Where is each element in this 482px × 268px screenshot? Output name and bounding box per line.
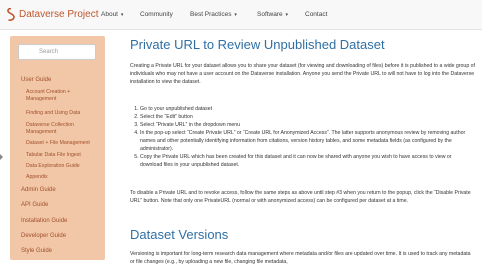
list-item: Copy the Private URL which has been crea… bbox=[140, 153, 475, 169]
versions-paragraph: Versioning is important for long-term re… bbox=[130, 251, 471, 265]
brand-link[interactable]: Dataverse Project bbox=[6, 8, 98, 21]
collapse-arrow-icon[interactable] bbox=[0, 154, 3, 160]
brand-name: Dataverse Project bbox=[19, 9, 99, 20]
search-input[interactable]: Search bbox=[18, 44, 96, 60]
sidebar: Search User Guide Account Creation + Mana… bbox=[10, 36, 105, 260]
chevron-down-icon: ▾ bbox=[234, 12, 237, 18]
list-item: Go to your unpublished dataset bbox=[140, 105, 475, 113]
sidebar-item-style-guide[interactable]: Style Guide bbox=[21, 248, 52, 254]
sidebar-item-appendix[interactable]: Appendix bbox=[26, 174, 48, 181]
nav-best-practices[interactable]: Best Practices ▾ bbox=[190, 11, 237, 18]
list-item: Select the “Edit” button bbox=[140, 113, 475, 121]
nav-about[interactable]: About ▾ bbox=[101, 11, 123, 18]
sidebar-item-admin-guide[interactable]: Admin Guide bbox=[21, 187, 56, 193]
sidebar-item-api-guide[interactable]: API Guide bbox=[21, 202, 48, 208]
sidebar-item-collection-management[interactable]: Dataverse Collection Management bbox=[26, 122, 74, 136]
nav-community[interactable]: Community bbox=[140, 11, 173, 18]
sidebar-item-dataset-file-management[interactable]: Dataset + File Management bbox=[26, 140, 90, 147]
list-item: In the pop-up select “Create Private URL… bbox=[140, 129, 475, 153]
top-navbar: Dataverse Project About ▾ Community Best… bbox=[0, 0, 482, 30]
sidebar-item-data-exploration[interactable]: Data Exploration Guide bbox=[26, 163, 80, 170]
list-item: Select “Private URL” in the dropdown men… bbox=[140, 121, 475, 129]
sidebar-item-developer-guide[interactable]: Developer Guide bbox=[21, 233, 66, 239]
search-placeholder: Search bbox=[39, 48, 59, 55]
nav-contact[interactable]: Contact bbox=[305, 11, 327, 18]
dataverse-logo-icon bbox=[7, 8, 15, 21]
sidebar-item-account-creation[interactable]: Account Creation + Management bbox=[26, 89, 70, 103]
disable-paragraph: To disable a Private URL and to revoke a… bbox=[130, 190, 471, 204]
chevron-down-icon: ▾ bbox=[285, 12, 288, 18]
sidebar-item-finding-data[interactable]: Finding and Using Data bbox=[26, 110, 80, 117]
page-title: Private URL to Review Unpublished Datase… bbox=[130, 37, 385, 52]
chevron-down-icon: ▾ bbox=[120, 12, 124, 18]
nav-software[interactable]: Software ▾ bbox=[257, 11, 288, 18]
intro-paragraph: Creating a Private URL for your dataset … bbox=[130, 63, 475, 85]
sidebar-item-tabular-ingest[interactable]: Tabular Data File Ingest bbox=[26, 152, 81, 159]
sidebar-item-installation-guide[interactable]: Installation Guide bbox=[21, 218, 67, 224]
sidebar-item-user-guide[interactable]: User Guide bbox=[21, 77, 51, 83]
section-title: Dataset Versions bbox=[130, 227, 229, 242]
steps-list: Go to your unpublished dataset Select th… bbox=[130, 105, 475, 169]
